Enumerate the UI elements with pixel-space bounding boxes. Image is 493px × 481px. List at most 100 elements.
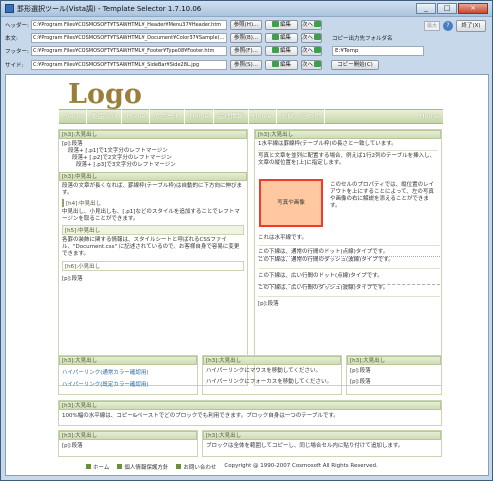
footer-home-label: ホーム [93, 465, 110, 471]
bottom-right-text: ブロックは全体を範囲してコピーし、同じ場合セル内に貼り付けて追加します。 [206, 443, 404, 449]
footer-next-button[interactable]: 次へ [301, 45, 322, 56]
header-path-field[interactable]: C:¥Program Files¥COSMOSOFT¥TSAWHTML¥_Hea… [31, 19, 227, 30]
side-label: サイド: [5, 62, 24, 69]
copyright: Copyright @ 1990-2007 Cosmosoft All Righ… [224, 463, 378, 469]
nav-item-home[interactable]: Home [122, 109, 151, 124]
divider [258, 150, 438, 151]
edit-label: 編集 [279, 21, 291, 28]
visited-color-link[interactable]: ハイパーリンク(既定カラー確認用) [62, 380, 194, 388]
nav-item-products[interactable]: 製品紹介 [87, 109, 123, 124]
minimize-button[interactable]: _ [416, 3, 436, 14]
divider [258, 296, 440, 297]
nav-item-home[interactable]: Home [185, 109, 214, 124]
body-next-button[interactable]: 次へ [301, 32, 322, 43]
body-edit-button[interactable]: 編集 [265, 32, 298, 43]
indent-line-3: 段落+ [.p3]で3文字分のレフトマージン [76, 162, 176, 168]
copy-dest-label: コピー出力先フォルダ名 [332, 35, 393, 42]
right-hr-text: これは水平線です。 [258, 235, 307, 241]
footer-row: フッター: C:¥Program Files¥COSMOSOFT¥TSAWHTM… [5, 45, 424, 56]
edit-label: 編集 [279, 34, 291, 41]
window-title: 罫形選択ツール(Vista調) - Template Selector 1.7.… [17, 4, 202, 13]
next-icon [314, 34, 322, 40]
nav-item-company[interactable]: 会社情報 [214, 109, 249, 124]
header-browse-button[interactable]: 参照(H)... [230, 19, 262, 30]
footer-contact-link[interactable]: お問い合わせ [176, 463, 216, 471]
edit-label: 編集 [279, 61, 291, 68]
side-next-button[interactable]: 次へ [301, 59, 322, 70]
left-text-3: 各罫の装飾に関する情報は、スタイルシートと呼ばれるCSSファイル、"Docume… [62, 237, 240, 257]
copy-start-button[interactable]: コピー開始(C) [331, 59, 379, 70]
logo: Logo [68, 79, 142, 110]
edit-icon [271, 47, 279, 53]
body-label: 本文: [5, 35, 18, 42]
footer-home-link[interactable]: ホーム [86, 463, 109, 471]
hover-box: [h3]:大見出し ハイパーリンクにマウスを移動してください。 ハイパーリンクに… [202, 355, 342, 395]
footer-contact-label: お問い合わせ [183, 465, 217, 471]
square-icon [176, 464, 182, 469]
next-label: 次へ [302, 21, 314, 28]
top-button[interactable]: 最大 [423, 21, 440, 31]
header-label: ヘッダー: [5, 22, 29, 29]
left-text-2: 中見出し、小見出しも、[.p1]などのスタイルを追加することでレフトマージンを取… [62, 209, 240, 222]
right-dash-2: この下線は、広い行間のダッシュ(波線)タイプです。 [258, 284, 440, 292]
right-p-bottom: [p]:段落 [258, 301, 279, 307]
next-icon [314, 61, 322, 67]
full-width-box: [h3]:大見出し 100%幅の水平線は、コピー&ペーストでどのブロックでも利用… [58, 400, 442, 426]
para-box-h3: [h3]:大見出し [347, 356, 441, 365]
right-text-2: 写真と文章を並列に配置する場合、例えば1行2列のテーブルを挿入し、文章の縦位置を… [258, 153, 436, 166]
app-window: 罫形選択ツール(Vista調) - Template Selector 1.7.… [0, 0, 493, 481]
link-box-h3: [h3]:大見出し [59, 356, 197, 365]
exit-button[interactable]: 終了(X) [456, 20, 486, 32]
app-icon [5, 4, 14, 13]
help-icon[interactable]: ? [443, 21, 453, 31]
nav-item-contact[interactable]: お問い合わせ [277, 109, 325, 124]
link-box: [h3]:大見出し ハイパーリンク(通常カラー確認用) ハイパーリンク(既定カラ… [58, 355, 198, 395]
side-edit-button[interactable]: 編集 [265, 59, 298, 70]
nav-item-home[interactable]: Home [59, 109, 88, 124]
template-preview: Logo Home 製品紹介 Home サポート Home 会社情報 Home … [5, 74, 489, 476]
side-row: サイド: C:¥Program Files¥COSMOSOFT¥TSAWHTML… [5, 59, 379, 70]
normal-color-link[interactable]: ハイパーリンク(通常カラー確認用) [62, 368, 194, 376]
header-next-button[interactable]: 次へ [301, 19, 322, 30]
full-width-h3: [h3]:大見出し [59, 401, 441, 410]
close-button[interactable]: × [458, 3, 488, 14]
left-h3: [h3]:大見出し [59, 130, 247, 139]
footer-privacy-label: 個人情報保護方針 [124, 465, 169, 471]
bottom-right-h3: [h3]:大見出し [203, 431, 441, 440]
header-edit-button[interactable]: 編集 [265, 19, 298, 30]
next-icon [314, 47, 322, 53]
footer-edit-button[interactable]: 編集 [265, 45, 298, 56]
horizontal-rule [258, 245, 440, 246]
header-row: ヘッダー: C:¥Program Files¥COSMOSOFT¥TSAWHTM… [5, 19, 322, 30]
edit-label: 編集 [279, 47, 291, 54]
right-text-3: このセルのプロパティでは、縦位置のレイアウトを上にすることによって、左の写真や画… [330, 182, 435, 209]
square-icon [117, 464, 123, 469]
left-column: [h3]:大見出し [p]:段落 段落+ [.p1]で1文字分のレフトマージン … [58, 129, 248, 386]
copy-dest-input[interactable]: E:¥Temp [332, 45, 424, 56]
footer-privacy-link[interactable]: 個人情報保護方針 [117, 463, 168, 471]
indent-line-2: 段落+ [.p2]で2文字分のレフトマージン [72, 155, 172, 161]
side-path-field[interactable]: C:¥Program Files¥COSMOSOFT¥TSAWHTML¥_Sid… [31, 59, 227, 70]
page-footer: ホーム 個人情報保護方針 お問い合わせ Copyright @ 1990-200… [86, 463, 378, 471]
edit-icon [271, 21, 279, 27]
square-icon [86, 464, 91, 469]
nav-item-support[interactable]: サポート [150, 109, 186, 124]
body-browse-button[interactable]: 参照(B)... [230, 32, 262, 43]
nav-item-home[interactable]: Home [416, 109, 443, 124]
nav-bar: Home 製品紹介 Home サポート Home 会社情報 Home お問い合わ… [59, 109, 443, 124]
footer-browse-button[interactable]: 参照(F)... [230, 45, 262, 56]
right-column: [h3]:大見出し 1水平線は罫線枠(テーブル枠)の長さと一致しています。 写真… [254, 129, 442, 386]
maximize-button[interactable]: □ [437, 3, 457, 14]
right-h3: [h3]:大見出し [255, 130, 441, 139]
nav-item-home[interactable]: Home [249, 109, 277, 124]
left-p-bottom: [p]:段落 [62, 276, 83, 282]
footer-path-field[interactable]: C:¥Program Files¥COSMOSOFT¥TSAWHTML¥_Foo… [31, 45, 227, 56]
bottom-left-box: [h3]:大見出し [p]:段落 [58, 430, 198, 457]
edit-icon [271, 34, 279, 40]
footer-label: フッター: [5, 48, 29, 55]
hover-text: ハイパーリンクにマウスを移動してください。 [206, 368, 321, 374]
side-browse-button[interactable]: 参照(S)... [230, 59, 262, 70]
bottom-left-h3: [h3]:大見出し [59, 431, 197, 440]
next-icon [314, 21, 322, 27]
body-path-field[interactable]: C:¥Program Files¥COSMOSOFT¥TSAWHTML¥_Doc… [31, 32, 227, 43]
